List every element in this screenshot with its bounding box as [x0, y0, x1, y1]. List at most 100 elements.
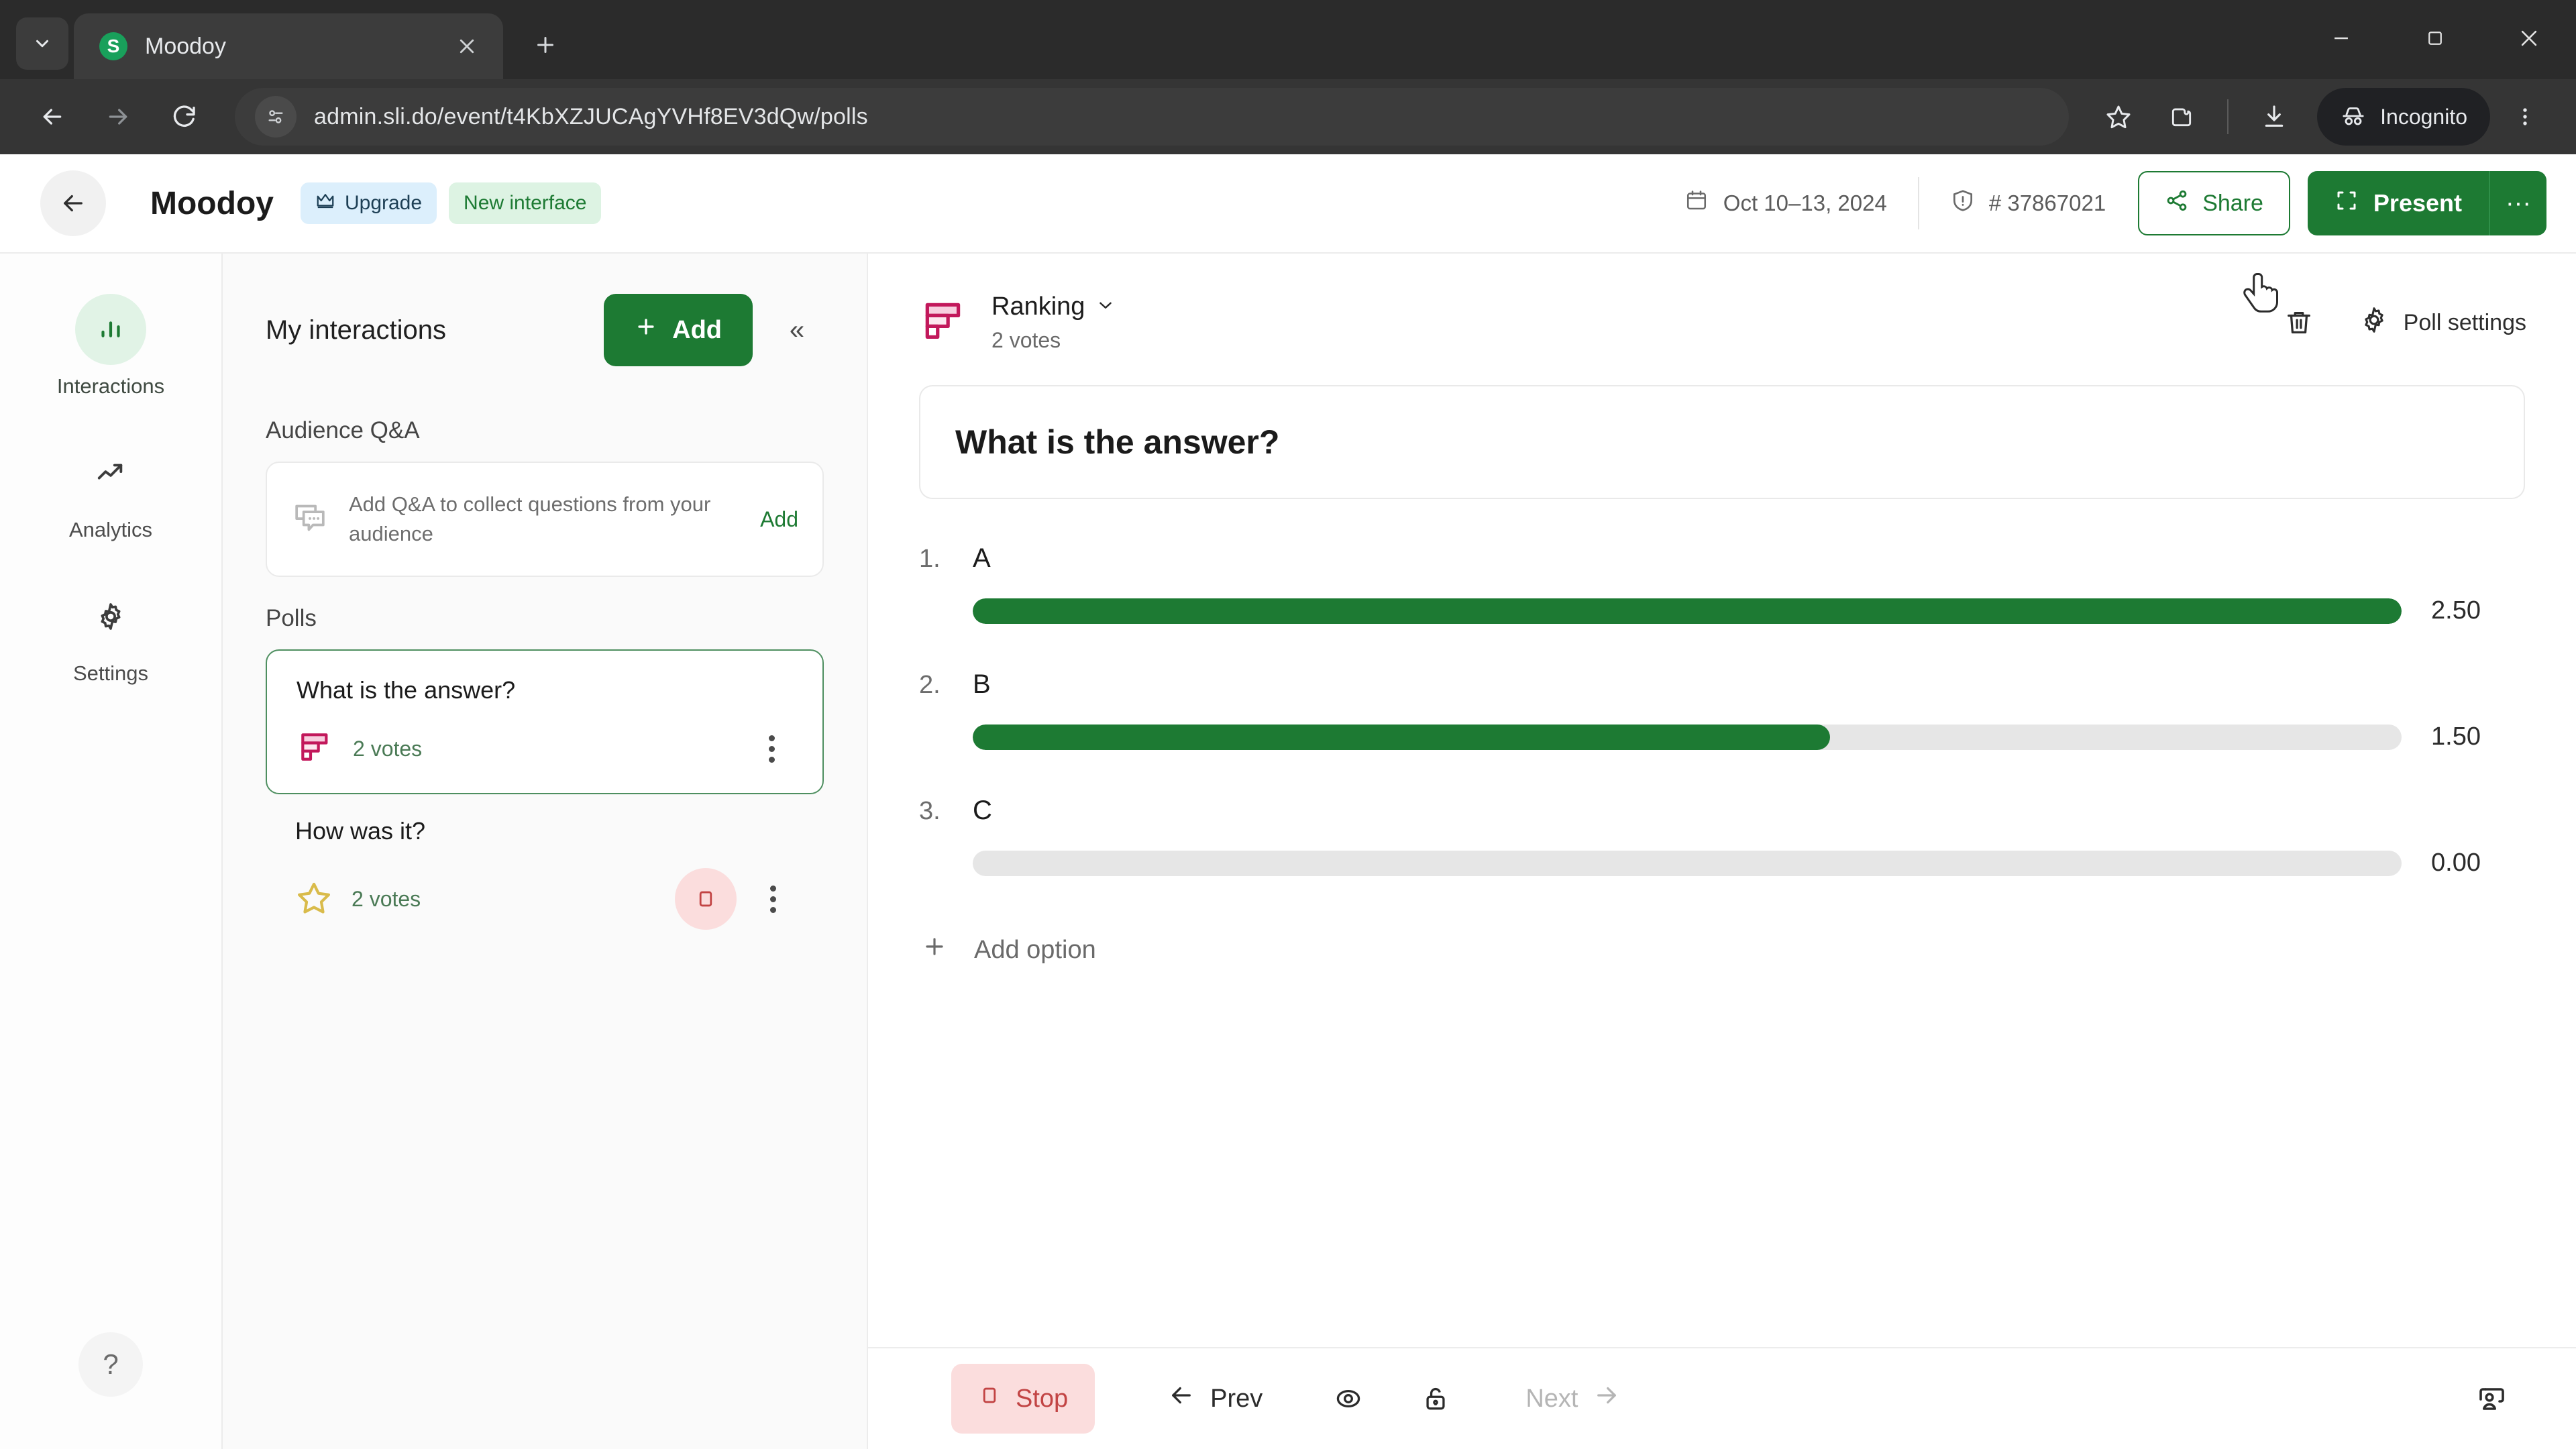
sidebar-item-label: Analytics — [68, 518, 153, 541]
option-name: B — [973, 669, 991, 699]
event-code-label: # 37867021 — [1988, 191, 2106, 215]
upgrade-button[interactable]: Upgrade — [300, 182, 437, 224]
add-option-label: Add option — [974, 935, 1096, 964]
address-bar[interactable]: admin.sli.do/event/t4KbXZJUCAgYVHf8EV3dQ… — [235, 88, 2070, 146]
share-button[interactable]: Share — [2138, 171, 2290, 235]
incognito-label: Incognito — [2380, 104, 2467, 129]
left-rail: Interactions Analytics Settings ? — [0, 254, 223, 1449]
event-date-range[interactable]: Oct 10–13, 2024 — [1684, 189, 1887, 218]
speaker-view-icon[interactable] — [2458, 1365, 2525, 1432]
new-interface-button[interactable]: New interface — [449, 182, 602, 224]
stop-square-icon — [978, 1384, 1001, 1413]
option-value: 1.50 — [2431, 722, 2481, 751]
site-settings-icon[interactable] — [255, 96, 297, 138]
browser-tab[interactable]: S Moodoy — [74, 13, 503, 79]
present-more-button[interactable]: ··· — [2489, 171, 2546, 235]
star-rating-icon — [295, 879, 333, 920]
delete-poll-button[interactable] — [2269, 293, 2328, 352]
unlock-icon[interactable] — [1402, 1365, 1469, 1432]
fullscreen-icon — [2334, 189, 2359, 219]
question-input[interactable]: What is the answer? — [919, 385, 2525, 499]
tab-search-icon[interactable] — [16, 17, 68, 70]
collapse-panel-button[interactable]: « — [770, 303, 824, 357]
add-label: Add — [672, 315, 722, 344]
gear-icon — [2359, 305, 2389, 341]
poll-type-block: Ranking 2 votes — [991, 292, 1116, 353]
present-button-group: Present ··· — [2307, 171, 2546, 235]
poll-options-menu[interactable] — [751, 877, 794, 920]
page-title: Moodoy — [150, 185, 274, 221]
poll-option-label-row[interactable]: 1. A — [919, 543, 2525, 574]
poll-options-menu[interactable] — [750, 727, 793, 770]
incognito-indicator[interactable]: Incognito — [2317, 88, 2490, 146]
audience-qa-add-button[interactable]: Add — [760, 507, 798, 532]
poll-option-label-row[interactable]: 2. B — [919, 669, 2525, 700]
option-rank: 1. — [919, 545, 941, 573]
new-interface-label: New interface — [464, 192, 587, 214]
bar-chart-icon — [75, 294, 146, 365]
ranking-icon — [919, 297, 969, 350]
poll-option-bar-row: 2.50 — [919, 596, 2525, 625]
poll-settings-button[interactable]: Poll settings — [2359, 305, 2526, 341]
browser-toolbar: admin.sli.do/event/t4KbXZJUCAgYVHf8EV3dQ… — [0, 79, 2576, 154]
interactions-panel-header: My interactions Add « — [266, 254, 824, 389]
download-icon[interactable] — [2246, 89, 2302, 145]
extensions-icon[interactable] — [2153, 89, 2210, 145]
present-button[interactable]: Present — [2307, 171, 2489, 235]
sidebar-item-settings[interactable]: Settings — [0, 581, 221, 686]
option-rank: 3. — [919, 797, 941, 825]
chat-bubble-icon — [291, 499, 329, 540]
event-code[interactable]: # 37867021 — [1950, 188, 2106, 219]
stop-button[interactable]: Stop — [951, 1364, 1095, 1434]
new-tab-button[interactable] — [519, 19, 572, 71]
back-arrow-icon[interactable] — [23, 87, 82, 146]
audience-qa-card[interactable]: Add Q&A to collect questions from your a… — [266, 462, 824, 578]
option-value: 2.50 — [2431, 596, 2481, 625]
sidebar-item-label: Interactions — [56, 374, 165, 398]
maximize-icon[interactable] — [2388, 7, 2482, 70]
forward-arrow-icon[interactable] — [89, 87, 148, 146]
poll-votes: 2 votes — [353, 736, 423, 761]
plus-icon — [922, 934, 947, 966]
toolbar-divider — [2227, 99, 2229, 134]
poll-option-label-row[interactable]: 3. C — [919, 796, 2525, 826]
help-button[interactable]: ? — [78, 1332, 143, 1397]
minimize-icon[interactable] — [2294, 7, 2388, 70]
star-icon[interactable] — [2090, 89, 2147, 145]
next-button[interactable]: Next — [1512, 1381, 1634, 1416]
prev-button[interactable]: Prev — [1154, 1381, 1276, 1416]
audience-qa-description: Add Q&A to collect questions from your a… — [349, 492, 711, 546]
eye-icon[interactable] — [1315, 1365, 1382, 1432]
poll-option-bar-row: 0.00 — [919, 849, 2525, 877]
bar-track — [973, 598, 2402, 624]
app-body: Interactions Analytics Settings ? My int… — [0, 254, 2576, 1449]
bar-track — [973, 724, 2402, 750]
list-item[interactable]: How was it? 2 votes — [266, 794, 824, 936]
sidebar-item-label: Settings — [72, 661, 148, 685]
app-back-button[interactable] — [40, 170, 106, 236]
poll-type-dropdown[interactable]: Ranking — [991, 292, 1116, 321]
stop-poll-button[interactable] — [675, 868, 737, 930]
list-item[interactable]: What is the answer? 2 votes — [266, 649, 824, 795]
share-icon — [2165, 189, 2189, 219]
present-label: Present — [2373, 189, 2462, 217]
poll-editor-footer: Stop Prev Next — [868, 1347, 2576, 1449]
option-value: 0.00 — [2431, 849, 2481, 877]
add-interaction-button[interactable]: Add — [604, 294, 753, 366]
browser-window: S Moodoy admin.sli.do/event/t4KbXZJUCAgY… — [0, 0, 2576, 1449]
kebab-menu-icon[interactable] — [2497, 89, 2553, 145]
add-option-button[interactable]: Add option — [919, 934, 2525, 966]
sidebar-item-analytics[interactable]: Analytics — [0, 437, 221, 542]
close-icon[interactable] — [448, 28, 486, 65]
reload-icon[interactable] — [154, 87, 213, 146]
poll-title: How was it? — [295, 817, 426, 845]
poll-type-label: Ranking — [991, 292, 1085, 321]
sidebar-item-interactions[interactable]: Interactions — [0, 294, 221, 398]
poll-option-row: 2. B 1.50 — [919, 669, 2525, 751]
window-close-icon[interactable] — [2482, 7, 2576, 70]
interactions-panel: My interactions Add « Audience Q&A Add Q… — [223, 254, 868, 1449]
trend-up-icon — [75, 437, 146, 508]
question-text: What is the answer? — [955, 423, 1280, 461]
prev-label: Prev — [1210, 1384, 1263, 1413]
poll-editor-header: Ranking 2 votes Poll settings — [868, 254, 2576, 353]
